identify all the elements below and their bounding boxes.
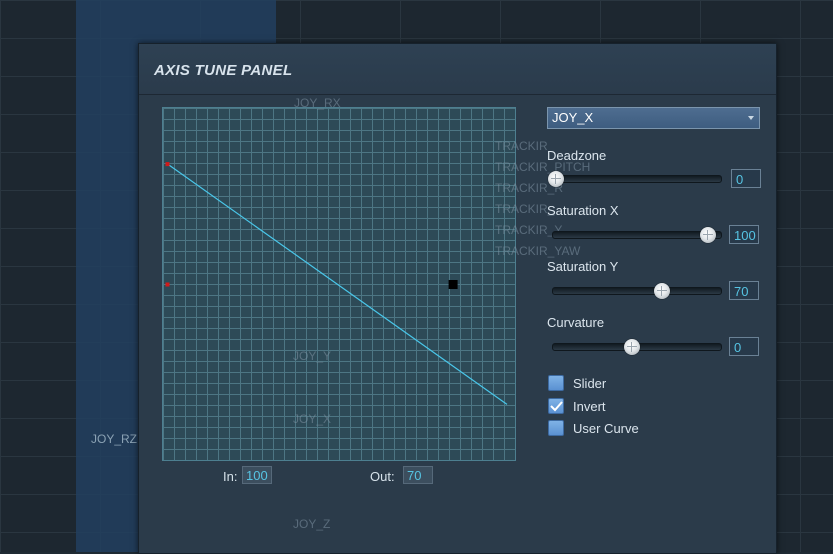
saturation-x-label: Saturation X <box>547 203 619 218</box>
checkbox-box[interactable] <box>548 420 564 436</box>
response-curve-graph[interactable] <box>162 107 516 461</box>
background-label-joy-rz: JOY_RZ <box>91 432 138 446</box>
saturation-x-input[interactable]: 100 <box>729 225 759 244</box>
deadzone-slider-track[interactable] <box>552 175 722 183</box>
curvature-label: Curvature <box>547 315 605 330</box>
deadzone-input[interactable]: 0 <box>731 169 761 188</box>
out-value-field: 70 <box>403 466 433 484</box>
axis-select[interactable]: JOY_X <box>547 107 760 129</box>
checkbox-label: Slider <box>573 376 607 391</box>
axis-select-value: JOY_X <box>552 110 594 125</box>
out-label: Out: <box>370 469 395 484</box>
curvature-input[interactable]: 0 <box>729 337 759 356</box>
deadzone-label: Deadzone <box>547 148 607 163</box>
ghost-label-joy-z: JOY_Z <box>293 517 331 531</box>
current-position-marker <box>448 280 458 289</box>
saturation-x-slider-knob[interactable] <box>700 227 716 243</box>
saturation-y-label: Saturation Y <box>547 259 619 274</box>
curve-control-point[interactable] <box>165 282 170 287</box>
ghost-label-trackir-x: TRACKIR_ <box>495 202 555 216</box>
checkbox-box[interactable] <box>548 375 564 391</box>
deadzone-slider-knob[interactable] <box>548 171 564 187</box>
saturation-y-slider-track[interactable] <box>552 287 722 295</box>
checkbox-box[interactable] <box>548 398 564 414</box>
curve-plot <box>165 162 508 405</box>
ghost-label-joy-x: JOY_X <box>293 412 332 426</box>
axis-tune-panel: AXIS TUNE PANEL JOY_RX TRACKIR TRACKIR_P… <box>138 43 777 554</box>
checkmark-icon <box>550 401 563 412</box>
in-value-field: 100 <box>242 466 272 484</box>
checkbox-label: Invert <box>573 399 606 414</box>
panel-title: AXIS TUNE PANEL <box>154 62 293 79</box>
curve-control-point[interactable] <box>165 162 170 167</box>
ghost-label-joy-rx: JOY_RX <box>294 96 341 110</box>
ghost-label-trackir: TRACKIR <box>495 139 548 153</box>
saturation-y-input[interactable]: 70 <box>729 281 759 300</box>
ghost-label-joy-y: JOY_Y <box>293 349 332 363</box>
in-label: In: <box>223 469 238 484</box>
chevron-down-icon <box>748 116 754 120</box>
curvature-slider-knob[interactable] <box>624 339 640 355</box>
saturation-x-slider-track[interactable] <box>552 231 722 239</box>
checkbox-label: User Curve <box>573 421 639 436</box>
ghost-label-trackir-yaw: TRACKIR_YAW <box>495 244 581 258</box>
